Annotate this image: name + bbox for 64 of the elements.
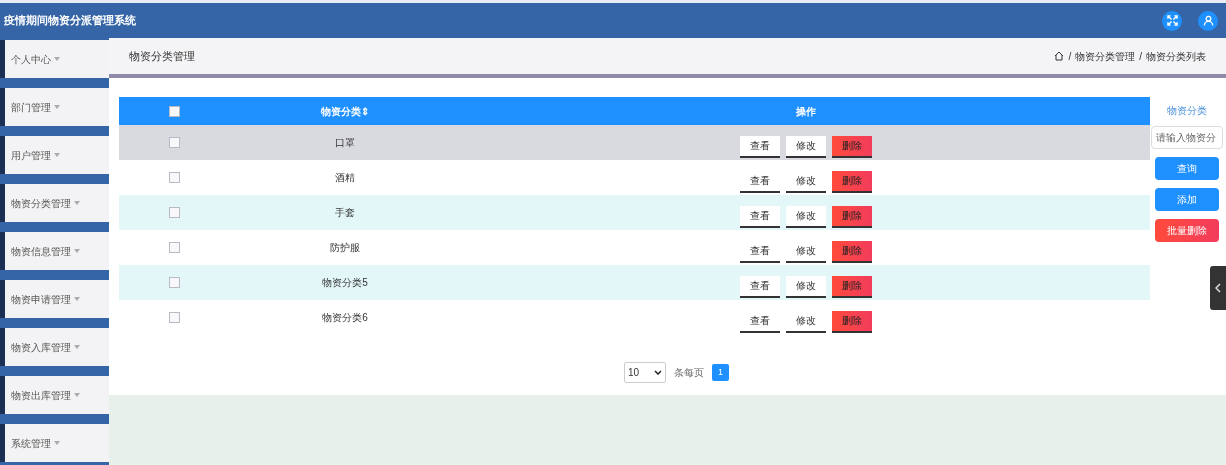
action-button[interactable]: 修改 <box>786 275 826 298</box>
column-header: 操作 <box>795 104 816 119</box>
delete-button[interactable]: 删除 <box>832 275 872 298</box>
caret-icon <box>54 153 60 157</box>
table-cell-text: 酒精 <box>335 171 355 185</box>
breadcrumb-separator: / <box>1068 49 1072 64</box>
page-title: 物资分类管理 <box>129 48 195 64</box>
per-page-label: 条每页 <box>674 366 704 380</box>
page-size-select[interactable]: 10 <box>624 362 666 383</box>
table-cell-text: 物资分类5 <box>322 276 368 290</box>
home-icon[interactable] <box>1054 51 1065 61</box>
action-button[interactable]: 查看 <box>740 135 780 158</box>
sidebar-item[interactable]: 个人中心 <box>0 40 109 78</box>
action-button[interactable]: 查看 <box>740 275 780 298</box>
user-icon[interactable] <box>1198 10 1218 31</box>
app-title: 疫情期间物资分派管理系统 <box>4 13 136 29</box>
search-field[interactable]: 请输入物资分 <box>1151 126 1223 149</box>
batch-delete-button[interactable]: 批量删除 <box>1155 219 1219 242</box>
caret-icon <box>54 57 60 61</box>
table-cell-text: 手套 <box>335 206 355 220</box>
breadcrumb-separator: / <box>1139 49 1142 64</box>
table-cell-text: 防护服 <box>330 241 360 255</box>
table-row[interactable]: 手套 查看 修改 删除 <box>119 195 1150 230</box>
delete-button[interactable]: 删除 <box>832 240 872 263</box>
delete-button[interactable]: 删除 <box>832 135 872 158</box>
checkbox[interactable] <box>168 207 180 218</box>
sidebar-item[interactable]: 物资出库管理 <box>0 376 109 414</box>
delete-button[interactable]: 删除 <box>832 205 872 228</box>
breadcrumb-item[interactable]: 物资分类列表 <box>1146 48 1206 64</box>
delete-button[interactable]: 删除 <box>832 310 872 333</box>
checkbox[interactable] <box>168 137 180 148</box>
delete-button[interactable]: 删除 <box>832 170 872 193</box>
caret-icon <box>74 345 80 349</box>
sidebar-item[interactable]: 物资分类管理 <box>0 184 109 222</box>
checkbox[interactable] <box>168 277 180 288</box>
table-row[interactable]: 物资分类5 查看 修改 删除 <box>119 265 1150 300</box>
search-label: 物资分类 <box>1167 104 1207 118</box>
caret-icon <box>74 249 80 253</box>
sidebar-item[interactable]: 系统管理 <box>0 424 109 462</box>
sidebar-item[interactable]: 用户管理 <box>0 136 109 174</box>
table-row[interactable]: 口罩 查看 修改 删除 <box>119 125 1150 160</box>
breadcrumb-item[interactable]: 物资分类管理 <box>1075 48 1136 64</box>
table-cell-text: 口罩 <box>335 136 355 150</box>
caret-icon <box>54 441 60 445</box>
action-button[interactable]: 修改 <box>786 205 826 228</box>
dropdown-caret-icon <box>654 370 662 375</box>
checkbox[interactable] <box>168 105 180 117</box>
sidebar-item[interactable]: 物资申请管理 <box>0 280 109 318</box>
chevron-left-icon <box>1215 283 1221 293</box>
caret-icon <box>54 105 60 109</box>
caret-icon <box>74 393 80 397</box>
checkbox[interactable] <box>168 312 180 323</box>
caret-icon <box>74 201 80 205</box>
sidebar-item[interactable]: 物资入库管理 <box>0 328 109 366</box>
caret-icon <box>74 297 80 301</box>
checkbox[interactable] <box>168 242 180 253</box>
action-button[interactable]: 修改 <box>786 135 826 158</box>
action-button[interactable]: 查看 <box>740 205 780 228</box>
sidebar-item[interactable]: 部门管理 <box>0 88 109 126</box>
fullscreen-icon[interactable] <box>1162 10 1182 31</box>
sidebar-item[interactable]: 物资信息管理 <box>0 232 109 270</box>
table-cell-text: 物资分类6 <box>322 311 368 325</box>
checkbox[interactable] <box>168 172 180 183</box>
side-drawer-toggle[interactable] <box>1210 266 1226 310</box>
